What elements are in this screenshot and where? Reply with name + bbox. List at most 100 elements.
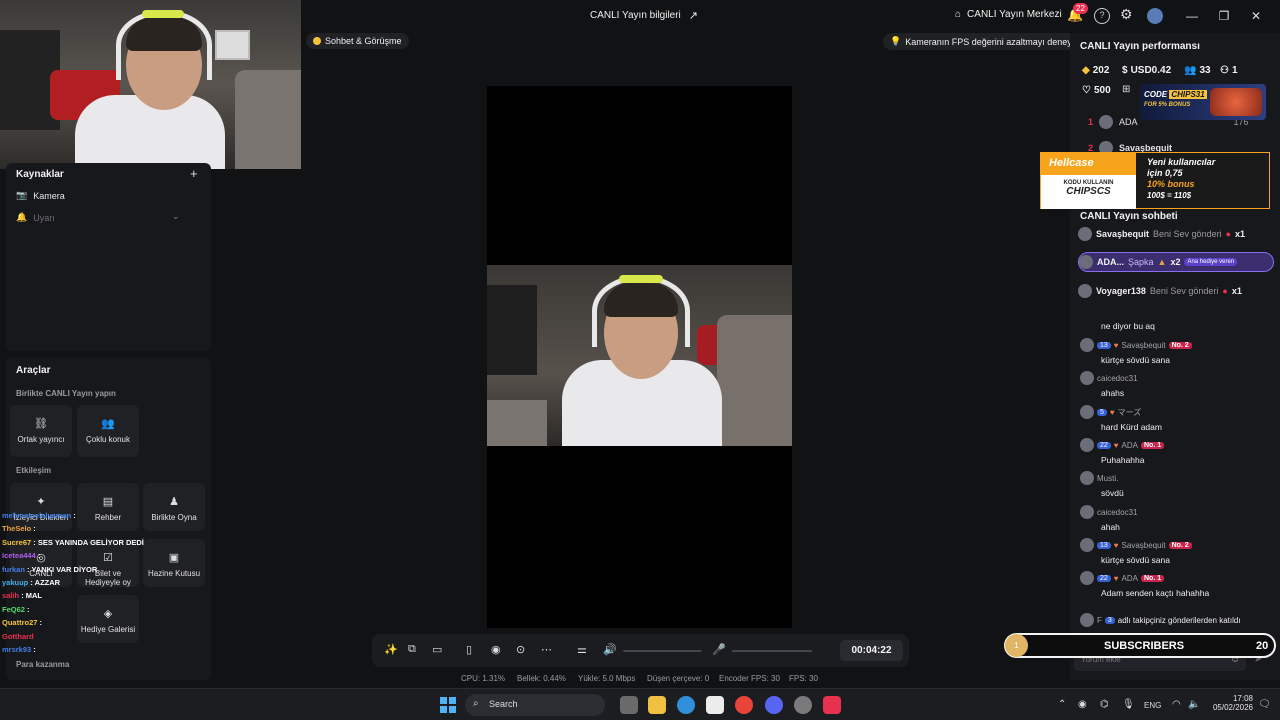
avatar bbox=[1079, 255, 1093, 269]
fps-tip-chip[interactable]: 💡 Kameranın FPS değerini azaltmayı deney… bbox=[883, 33, 1086, 50]
gift-row[interactable]: Savaşbequit Beni Sev gönderi ● x1 bbox=[1078, 224, 1274, 244]
search-icon: ⌕ bbox=[473, 698, 479, 709]
chat-username[interactable]: caicedoc31 bbox=[1097, 508, 1137, 517]
store-icon[interactable] bbox=[706, 696, 724, 714]
effects-icon[interactable]: ⧉ bbox=[408, 643, 416, 656]
overlay-chat-user: salih bbox=[2, 591, 20, 601]
chat-message[interactable]: 22 ♥ ADA No. 1 Puhahahha bbox=[1080, 438, 1276, 465]
chat-message[interactable]: Musti. sövdü bbox=[1080, 471, 1276, 498]
close-button[interactable]: ✕ bbox=[1244, 6, 1268, 26]
chat-username[interactable]: Musti. bbox=[1097, 474, 1118, 483]
gift-row[interactable]: Voyager138 Beni Sev gönderi ● x1 bbox=[1078, 281, 1274, 301]
speaker-icon[interactable]: 🔊 bbox=[603, 643, 617, 656]
share-icon: ↗ bbox=[688, 10, 698, 22]
steam-icon[interactable] bbox=[794, 696, 812, 714]
avatar bbox=[1080, 405, 1094, 419]
volume-slider[interactable] bbox=[623, 650, 702, 652]
overlay-chat-line: yakuup : AZZAR bbox=[2, 578, 202, 587]
file-explorer-icon[interactable] bbox=[648, 696, 666, 714]
chat-username[interactable]: マーズ bbox=[1118, 407, 1142, 418]
camera-icon: 📷 bbox=[16, 190, 28, 200]
chat-call-chip[interactable]: Sohbet & Görüşme bbox=[306, 33, 409, 49]
record-icon[interactable]: ◉ bbox=[491, 643, 501, 656]
chat-message[interactable]: caicedoc31 ahah bbox=[1080, 505, 1276, 532]
rank-badge: No. 1 bbox=[1141, 574, 1165, 582]
stream-canvas-top bbox=[487, 86, 792, 265]
multi-guest-button[interactable]: 👥 Çoklu konuk bbox=[77, 405, 139, 457]
language-indicator[interactable]: ENG bbox=[1144, 701, 1161, 710]
overlay-chat-user: mrsrk93 bbox=[2, 645, 32, 654]
avatar[interactable] bbox=[1147, 8, 1163, 24]
help-icon[interactable]: ? bbox=[1094, 8, 1110, 24]
avatar bbox=[1080, 438, 1094, 452]
live-center-button[interactable]: ⌂ CANLI Yayın Merkezi bbox=[955, 9, 1062, 20]
co-host-button[interactable]: ⛓ Ortak yayıncı bbox=[10, 405, 72, 457]
sliders-icon[interactable]: ⚌ bbox=[577, 643, 587, 656]
chat-text: sövdü bbox=[1101, 488, 1124, 498]
more-icon[interactable]: ⋯ bbox=[541, 643, 552, 656]
task-view-icon[interactable] bbox=[620, 696, 638, 714]
network-icon[interactable]: ⌬ bbox=[1100, 699, 1109, 710]
capture-icon[interactable]: ⊙ bbox=[516, 643, 525, 656]
chat-message[interactable]: ne diyor bu aq bbox=[1080, 318, 1276, 331]
overlay-chat-line: TheSelo : bbox=[2, 524, 202, 533]
chat-message[interactable]: 13 ♥ Savaşbequit No. 2 kürtçe sövdü sana bbox=[1080, 538, 1276, 565]
microphone-icon[interactable]: 🎤 bbox=[712, 643, 726, 656]
lightbulb-icon: 💡 bbox=[890, 36, 902, 46]
phone-icon[interactable]: ▯ bbox=[466, 643, 472, 656]
alert-source[interactable]: 🔔 Uyarı bbox=[16, 212, 55, 223]
tiktok-live-icon[interactable] bbox=[823, 696, 841, 714]
gift-icon: ● bbox=[1222, 286, 1228, 296]
overlay-chat-line: Sucre67 : SES YANINDA GELİYOR DEDİ bbox=[2, 538, 202, 547]
chat-text: hard Kürd adam bbox=[1101, 422, 1162, 432]
rank1-name: ADA bbox=[1119, 117, 1138, 127]
stream-preview bbox=[487, 265, 792, 446]
edge-icon[interactable] bbox=[677, 696, 695, 714]
performance-title: CANLI Yayın performansı bbox=[1080, 41, 1200, 52]
chat-username[interactable]: ADA bbox=[1122, 441, 1138, 450]
mic-slider[interactable] bbox=[732, 650, 812, 652]
discord-tray-icon[interactable]: ◉ bbox=[1078, 699, 1087, 710]
wifi-icon[interactable]: ◠ bbox=[1172, 699, 1181, 710]
discord-icon[interactable] bbox=[765, 696, 783, 714]
microphone-icon[interactable]: 🎙 bbox=[1122, 699, 1135, 710]
likes-stat: ♡ 500 bbox=[1082, 85, 1111, 96]
magic-wand-icon[interactable]: ✨ bbox=[384, 643, 398, 656]
chat-message[interactable]: caicedoc31 ahahs bbox=[1080, 371, 1276, 398]
chevron-down-icon[interactable]: ⌄ bbox=[172, 211, 180, 222]
subs-goal: 20 bbox=[1256, 640, 1269, 652]
earnings-stat: $ USD0.42 bbox=[1122, 65, 1172, 76]
screen-icon[interactable]: ▭ bbox=[432, 643, 442, 656]
chat-message[interactable]: 22 ♥ ADA No. 1 Adam senden kaçtı hahahha bbox=[1080, 571, 1276, 598]
chevron-up-icon[interactable]: ⌃ bbox=[1058, 699, 1066, 710]
camera-source[interactable]: 📷 Kamera bbox=[16, 190, 65, 201]
add-source-icon[interactable]: + bbox=[190, 166, 198, 181]
minimize-button[interactable]: — bbox=[1180, 6, 1204, 26]
heart-icon: ♡ bbox=[1082, 85, 1091, 96]
chat-message[interactable]: 5 ♥ マーズ hard Kürd adam bbox=[1080, 405, 1276, 432]
notification-icon[interactable]: 🗨 bbox=[1258, 699, 1271, 710]
avatar bbox=[1078, 227, 1092, 241]
overlay-chat-text: : MAL bbox=[21, 591, 43, 601]
volume-icon[interactable]: 🔈 bbox=[1188, 699, 1200, 710]
taskbar: ⌕ Search ⌃ ◉ ⌬ 🎙 ENG ◠ 🔈 17:08 05/02/202… bbox=[0, 688, 1280, 720]
windows-start-icon[interactable] bbox=[440, 697, 456, 713]
maximize-button[interactable]: ❐ bbox=[1212, 6, 1236, 26]
notification-count: 22 bbox=[1073, 3, 1088, 14]
chat-username[interactable]: Savaşbequit bbox=[1122, 341, 1166, 350]
search-input[interactable]: ⌕ Search bbox=[465, 694, 605, 716]
gift-icon[interactable]: ⊞ bbox=[1122, 84, 1130, 95]
avatar bbox=[1080, 613, 1094, 627]
level-badge: 5 bbox=[1097, 408, 1107, 416]
clock[interactable]: 17:08 05/02/2026 bbox=[1208, 694, 1253, 712]
chat-message[interactable]: 13 ♥ Savaşbequit No. 2 kürtçe sövdü sana bbox=[1080, 338, 1276, 365]
chrome-icon[interactable] bbox=[735, 696, 753, 714]
chat-username[interactable]: caicedoc31 bbox=[1097, 374, 1137, 383]
chat-username[interactable]: ADA bbox=[1122, 574, 1138, 583]
chat-username[interactable]: Savaşbequit bbox=[1122, 541, 1166, 550]
top-gift-row[interactable]: ADA... Şapka ▲ x2 Ana hediye veren bbox=[1078, 252, 1274, 272]
settings-gear-icon[interactable]: ⚙ bbox=[1120, 6, 1133, 23]
live-info-button[interactable]: CANLI Yayın bilgileri ↗ bbox=[590, 9, 698, 22]
overlay-chat-user: TheSelo bbox=[2, 524, 32, 534]
overlay-chat-text: : bbox=[37, 551, 41, 561]
